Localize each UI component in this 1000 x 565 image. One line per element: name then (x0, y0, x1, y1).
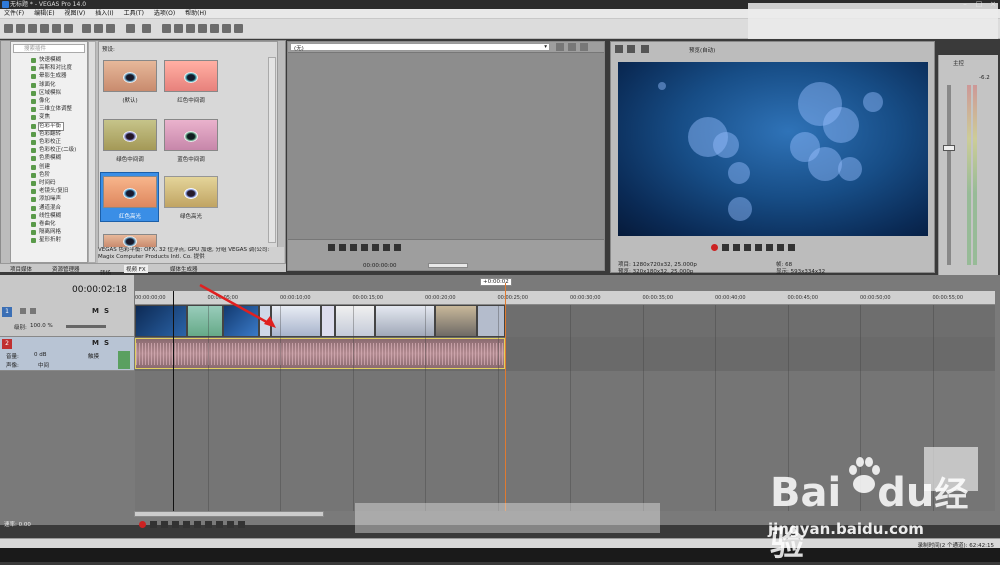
baidu-paw-icon (849, 457, 880, 493)
baidu-watermark-url: jingyan.baidu.com (768, 520, 924, 538)
baidu-watermark-logo: Bai du经验 (770, 470, 969, 564)
